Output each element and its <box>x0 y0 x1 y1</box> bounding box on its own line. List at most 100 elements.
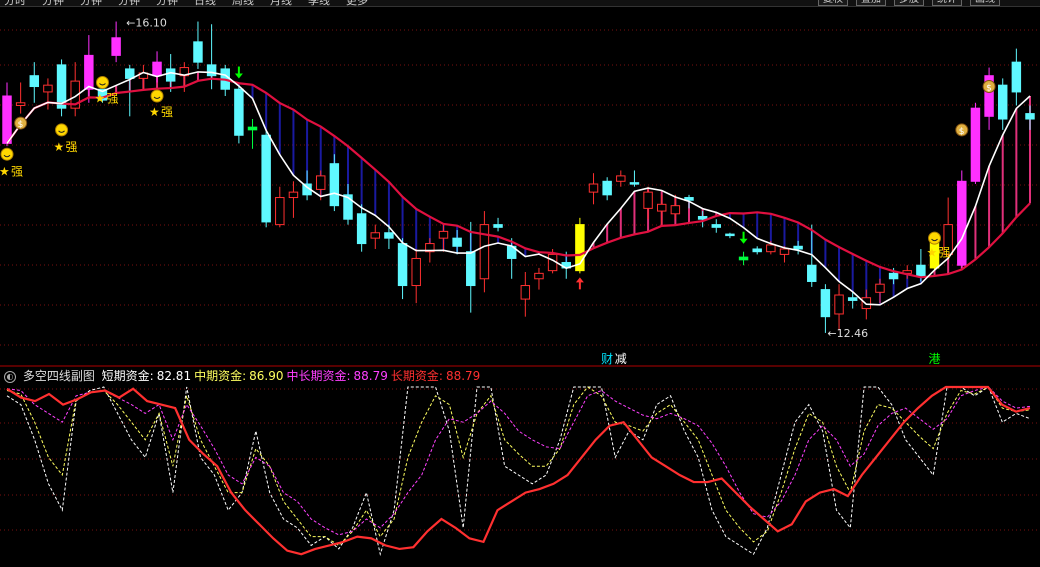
price-high-label: ←16.10 <box>126 17 167 30</box>
candle-body <box>616 175 626 182</box>
settings-icon[interactable]: ◐ <box>4 370 16 383</box>
candle-body <box>888 272 899 280</box>
smile-icon <box>95 75 109 89</box>
signal-tag: 财 <box>601 352 613 366</box>
candle-body <box>1011 61 1022 93</box>
star-label: 强 <box>939 246 951 260</box>
candle-body <box>629 182 640 185</box>
indicator-label: 中长期资金: <box>286 369 351 383</box>
candle-body <box>152 61 162 77</box>
sub-panel-title: 多空四线副图 <box>22 369 95 383</box>
candle-body <box>384 232 394 239</box>
candle-body <box>725 233 735 237</box>
candle-body <box>793 245 803 250</box>
smile-icon <box>150 89 164 103</box>
indicator-label: 中期资金: <box>194 369 247 383</box>
signs-layer: ★ 强★ 强★ 强★ 强★ 强$$$财减港 <box>0 66 996 366</box>
indicator-label: 短期资金: <box>101 369 154 383</box>
star-icon: ★ <box>94 91 105 105</box>
indicator-label: 长期资金: <box>390 369 443 383</box>
candle-body <box>15 102 26 106</box>
candle-body <box>602 180 612 196</box>
money-bag-glyph: $ <box>986 84 992 94</box>
star-label: 强 <box>161 105 173 119</box>
signal-tag: 港 <box>929 352 941 366</box>
candle-body <box>807 264 817 282</box>
candle-body <box>670 205 681 215</box>
candle-body <box>766 244 776 253</box>
arrow-down-icon <box>739 231 748 244</box>
candle-body <box>438 230 449 239</box>
smile-icon <box>928 231 942 245</box>
indicator-value: 88.79 <box>445 369 481 383</box>
star-label: 强 <box>66 140 78 154</box>
candle-body <box>466 251 476 287</box>
candle-body <box>2 95 12 144</box>
candle-body <box>111 37 121 56</box>
candle-body <box>997 84 1008 120</box>
candle-body <box>411 257 421 287</box>
candle-body <box>125 68 135 79</box>
star-label: 强 <box>106 91 118 105</box>
sub-lines-layer <box>6 385 1031 557</box>
candle-body <box>520 285 531 300</box>
candle-body <box>275 197 285 226</box>
candle-body <box>234 88 244 136</box>
candle-body <box>779 248 790 255</box>
candle-body <box>970 107 981 182</box>
candle-body <box>493 224 503 228</box>
arrow-head <box>575 277 584 283</box>
arrow-up-icon <box>575 277 584 290</box>
sub-panel-header: ◐ 多空四线副图 短期资金: 82.81 中期资金: 86.90 中长期资金: 88.79… <box>0 367 486 385</box>
smile-icon <box>0 147 14 161</box>
candle-body <box>356 213 367 245</box>
indicator-value: 86.90 <box>249 369 284 383</box>
candle-body <box>834 294 844 315</box>
candle-body <box>452 237 462 247</box>
candle-body <box>957 180 967 266</box>
candle-body <box>261 134 271 223</box>
star-icon: ★ <box>0 164 10 178</box>
candle-body <box>288 191 299 199</box>
money-bag-glyph: $ <box>18 120 24 130</box>
money-bag-glyph: $ <box>959 127 965 137</box>
candle-body <box>752 248 762 253</box>
chart-area: ←16.10←12.46 ★ 强★ 强★ 强★ 强★ 强$$$财减港 <box>0 17 1040 557</box>
candle-body <box>315 175 326 190</box>
indicator-value: 88.79 <box>353 369 388 383</box>
series-line-1 <box>6 386 1031 557</box>
candle-body <box>738 256 749 261</box>
star-icon: ★ <box>927 246 938 260</box>
arrow-head <box>234 73 243 79</box>
series-line-3 <box>6 386 1031 536</box>
candle-body <box>875 283 885 293</box>
candle-body <box>247 126 258 131</box>
arrow-down-icon <box>234 66 243 79</box>
indicator-value: 82.81 <box>156 369 192 383</box>
candle-body <box>206 64 217 77</box>
candle-body <box>643 191 653 209</box>
candle-body <box>916 264 926 277</box>
candle-body <box>29 75 40 88</box>
candle-body <box>165 68 176 82</box>
star-icon: ★ <box>54 140 65 154</box>
arrow-head <box>739 238 748 244</box>
candle-body <box>397 243 408 287</box>
signal-tag: 减 <box>615 352 627 366</box>
star-icon: ★ <box>149 105 160 119</box>
candle-body <box>820 289 831 318</box>
star-label: 强 <box>11 164 23 178</box>
candle-body <box>43 84 53 93</box>
candle-body <box>84 54 94 90</box>
candle-body <box>193 41 203 63</box>
smile-icon <box>55 123 69 137</box>
candle-body <box>370 232 381 239</box>
candles-layer <box>2 21 1035 333</box>
candle-body <box>656 203 667 212</box>
candle-body <box>847 297 858 301</box>
candle-body <box>534 272 544 280</box>
candle-body <box>1025 113 1035 120</box>
series-line-4 <box>6 385 1031 556</box>
candle-body <box>588 183 599 193</box>
candle-body <box>711 224 722 228</box>
